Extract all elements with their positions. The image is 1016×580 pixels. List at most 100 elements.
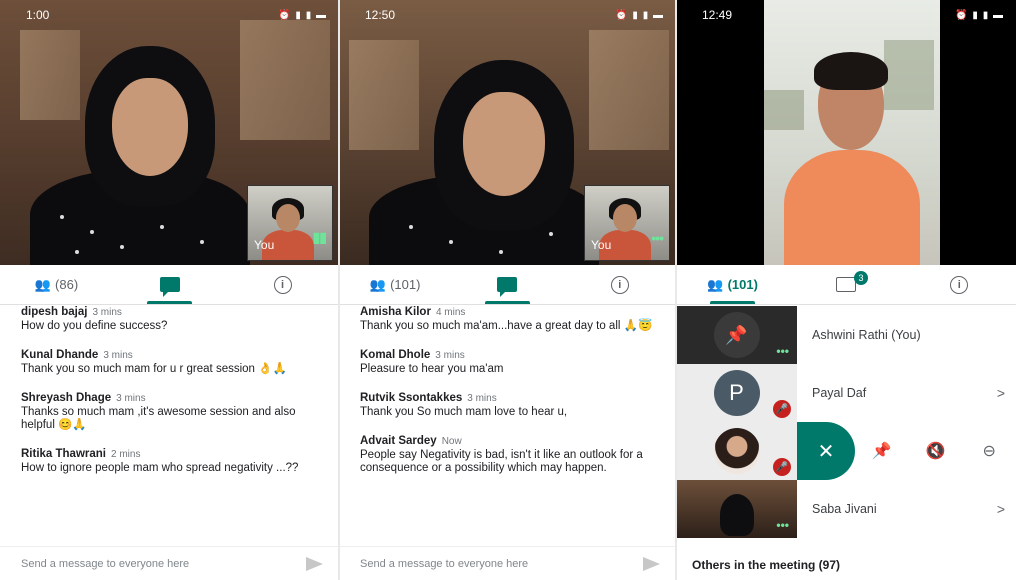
status-icons: ⏰ ▮ ▮ ▬ xyxy=(278,9,327,21)
message-time: 3 mins xyxy=(103,350,133,361)
self-view-tile[interactable]: You ▮▮ xyxy=(247,185,333,261)
message-time: 2 mins xyxy=(111,449,141,460)
more-options-icon[interactable]: ••• xyxy=(651,230,664,246)
message-sender: dipesh bajaj xyxy=(21,306,88,318)
more-options-icon[interactable]: ••• xyxy=(776,518,789,532)
message-text: Pleasure to hear you ma'am xyxy=(360,363,504,375)
chat-message: Shreyash Dhage 3 mins Thanks so much mam … xyxy=(21,392,323,432)
people-count: (101) xyxy=(727,277,758,292)
tab-people[interactable]: 👥 (101) xyxy=(676,265,789,304)
status-time: 1:00 xyxy=(26,8,50,22)
main-video: 1:00 ⏰ ▮ ▮ ▬ You ▮▮ xyxy=(0,0,339,265)
divider xyxy=(338,0,340,580)
message-sender: Komal Dhole xyxy=(360,349,431,361)
chevron-right-icon[interactable]: > xyxy=(986,385,1016,401)
participant-thumb: 📌 ••• xyxy=(676,306,797,364)
mute-button[interactable]: 🔇 xyxy=(909,441,963,461)
tab-chat[interactable] xyxy=(113,265,226,304)
message-text: Thank you so much mam for u r great sess… xyxy=(21,363,287,375)
mic-off-icon: 🎤 xyxy=(773,400,791,418)
people-icon: 👥 xyxy=(707,276,724,292)
divider xyxy=(675,0,677,580)
self-view-label: You xyxy=(591,238,612,252)
chat-message: Ritika Thawrani 2 mins How to ignore peop… xyxy=(21,448,323,475)
message-sender: Shreyash Dhage xyxy=(21,392,112,404)
message-time: 3 mins xyxy=(435,350,465,361)
people-count: (101) xyxy=(390,277,421,292)
message-time: 4 mins xyxy=(435,307,466,318)
status-time: 12:49 xyxy=(702,8,733,22)
participant-row[interactable]: ••• Saba Jivani > xyxy=(676,480,1016,538)
participant-actions: ✕ 📌 🔇 ⊖ xyxy=(797,422,1016,480)
message-text: How to ignore people mam who spread nega… xyxy=(21,462,299,474)
message-time: Now xyxy=(441,436,462,447)
unread-badge: 3 xyxy=(854,271,868,285)
message-input[interactable]: Send a message to everyone here xyxy=(360,558,528,570)
chat-message: Amisha Kilor 4 mins Thank you so much ma'… xyxy=(360,306,660,333)
message-composer[interactable]: Send a message to everyone here xyxy=(0,546,339,580)
meet-screen-chat-2: 12:50 ⏰ ▮ ▮ ▬ You ••• 👥 (101) i Amisha K… xyxy=(339,0,676,580)
chat-message: Rutvik Ssontakkes 3 mins Thank you So muc… xyxy=(360,392,660,419)
status-time: 12:50 xyxy=(365,8,396,22)
self-view-tile[interactable]: You ••• xyxy=(584,185,670,261)
more-options-icon[interactable]: ••• xyxy=(776,344,789,358)
info-icon: i xyxy=(273,275,292,294)
tab-bar: 👥 (86) i xyxy=(0,265,339,305)
participant-name: Ashwini Rathi (You) xyxy=(812,328,921,342)
tab-bar: 👥 (101) i xyxy=(339,265,676,305)
status-bar: 12:50 ⏰ ▮ ▮ ▬ xyxy=(339,0,676,30)
main-video: 12:49 ⏰ ▮ ▮ ▬ xyxy=(676,0,1016,265)
chevron-right-icon[interactable]: > xyxy=(986,501,1016,517)
info-icon: i xyxy=(950,275,969,294)
message-composer[interactable]: Send a message to everyone here xyxy=(339,546,676,580)
meet-screen-chat-1: 1:00 ⏰ ▮ ▮ ▬ You ▮▮ 👥 (86) i dipesh baja… xyxy=(0,0,339,580)
chat-message: Advait Sardey Now People say Negativity i… xyxy=(360,435,660,475)
tab-info[interactable]: i xyxy=(903,265,1016,304)
avatar: P xyxy=(713,370,760,416)
participant-thumb: P 🎤 xyxy=(676,364,797,422)
status-bar: 12:49 ⏰ ▮ ▮ ▬ xyxy=(676,0,1016,30)
audio-indicator-icon: ▮▮ xyxy=(312,229,327,245)
participant-thumb: ••• xyxy=(676,480,797,538)
main-video: 12:50 ⏰ ▮ ▮ ▬ You ••• xyxy=(339,0,676,265)
tab-chat[interactable] xyxy=(451,265,563,304)
others-in-meeting-heading: Others in the meeting (97) xyxy=(692,558,841,572)
send-icon[interactable] xyxy=(306,556,323,571)
close-actions-button[interactable]: ✕ xyxy=(797,422,855,480)
people-count: (86) xyxy=(55,277,79,292)
participant-name: Payal Daf xyxy=(812,386,867,400)
tab-info[interactable]: i xyxy=(564,265,676,304)
meet-screen-people: 12:49 ⏰ ▮ ▮ ▬ 👥 (101) 3 i 📌 ••• Ashwini … xyxy=(676,0,1016,580)
chat-messages: dipesh bajaj 3 mins How do you define suc… xyxy=(0,306,339,532)
tab-info[interactable]: i xyxy=(226,265,339,304)
message-sender: Amisha Kilor xyxy=(360,306,431,318)
participant-row[interactable]: P 🎤 Payal Daf > xyxy=(676,364,1016,422)
message-sender: Ritika Thawrani xyxy=(21,448,106,460)
participant-name: Saba Jivani xyxy=(812,502,877,516)
message-sender: Rutvik Ssontakkes xyxy=(360,392,463,404)
status-icons: ⏰ ▮ ▮ ▬ xyxy=(955,9,1004,21)
mic-off-icon: 🎤 xyxy=(773,458,791,476)
participant-row[interactable]: 📌 ••• Ashwini Rathi (You) xyxy=(676,306,1016,364)
chat-message: Komal Dhole 3 mins Pleasure to hear you m… xyxy=(360,349,660,376)
chat-message: dipesh bajaj 3 mins How do you define suc… xyxy=(21,306,323,333)
tab-bar: 👥 (101) 3 i xyxy=(676,265,1016,305)
chat-icon xyxy=(159,277,180,297)
status-icons: ⏰ ▮ ▮ ▬ xyxy=(615,9,664,21)
message-input[interactable]: Send a message to everyone here xyxy=(21,558,189,570)
pin-button[interactable]: 📌 xyxy=(855,441,909,461)
message-sender: Advait Sardey xyxy=(360,435,437,447)
avatar xyxy=(713,428,760,474)
tab-people[interactable]: 👥 (101) xyxy=(339,265,451,304)
chat-icon xyxy=(835,277,856,292)
people-icon: 👥 xyxy=(34,276,52,292)
tab-people[interactable]: 👥 (86) xyxy=(0,265,113,304)
remove-button[interactable]: ⊖ xyxy=(962,441,1016,461)
people-icon: 👥 xyxy=(369,276,387,292)
message-time: 3 mins xyxy=(116,393,146,404)
send-icon[interactable] xyxy=(643,556,660,571)
message-text: Thank you So much mam love to hear u, xyxy=(360,406,568,418)
tab-chat[interactable]: 3 xyxy=(789,265,902,304)
message-time: 3 mins xyxy=(467,393,497,404)
status-bar: 1:00 ⏰ ▮ ▮ ▬ xyxy=(0,0,339,30)
